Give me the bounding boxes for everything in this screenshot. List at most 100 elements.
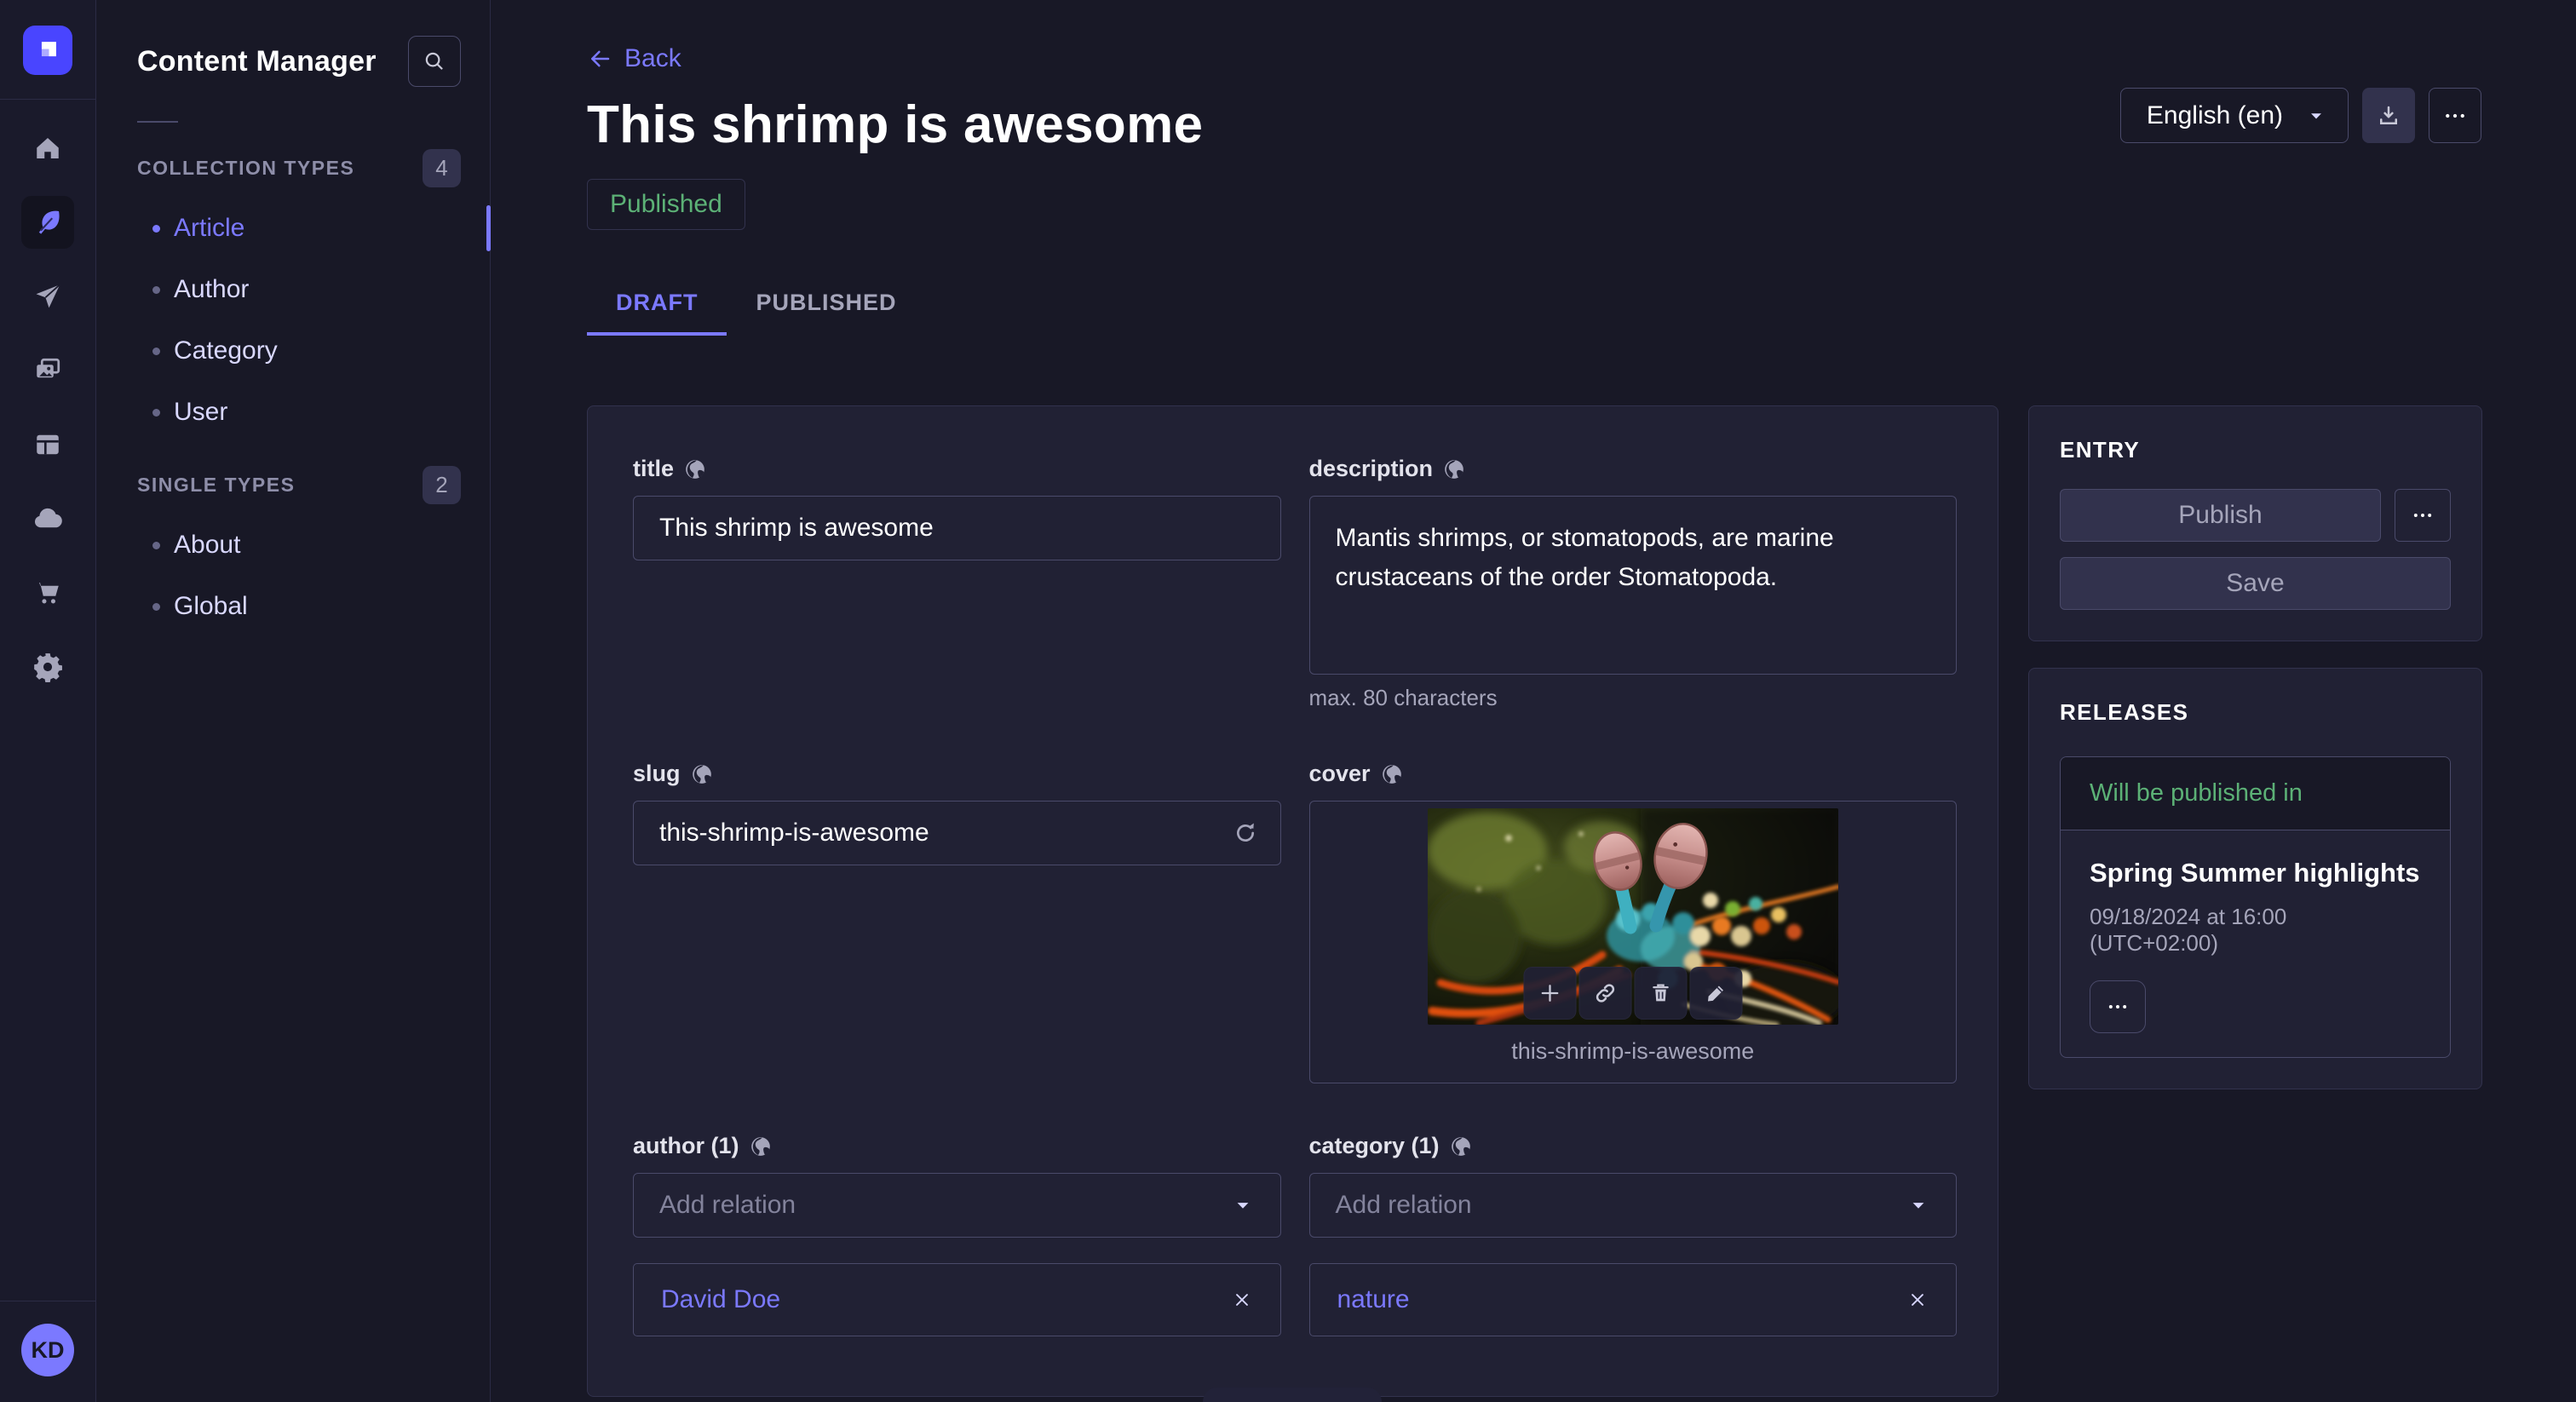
author-relation-item: David Doe xyxy=(633,1263,1281,1336)
nav-content-manager[interactable] xyxy=(21,196,74,249)
single-types-count: 2 xyxy=(423,466,461,504)
release-more-button[interactable] xyxy=(2090,980,2146,1033)
publish-button[interactable]: Publish xyxy=(2060,489,2381,542)
sidebar-item-about[interactable]: About xyxy=(96,514,490,576)
strapi-logo[interactable] xyxy=(23,26,72,75)
close-icon[interactable] xyxy=(1231,1289,1253,1311)
chevron-down-icon xyxy=(1231,1193,1255,1217)
category-relation-item: nature xyxy=(1309,1263,1958,1336)
locale-select[interactable]: English (en) xyxy=(2120,88,2349,143)
collection-types-count: 4 xyxy=(423,149,461,187)
globe-icon xyxy=(684,458,706,480)
release-card: Will be published in Spring Summer highl… xyxy=(2060,756,2451,1058)
nav-settings[interactable] xyxy=(21,641,74,693)
entry-panel: ENTRY Publish Save xyxy=(2028,405,2482,641)
single-types-label: SINGLE TYPES xyxy=(137,474,295,497)
more-dots-icon xyxy=(2106,995,2130,1019)
bullet-icon xyxy=(152,286,160,294)
sidebar-item-user[interactable]: User xyxy=(96,382,490,443)
more-dots-icon xyxy=(2442,103,2468,129)
cover-media xyxy=(1428,808,1838,1025)
slug-input[interactable] xyxy=(633,801,1281,865)
layout-icon xyxy=(32,429,63,460)
refresh-icon[interactable] xyxy=(1232,819,1259,847)
release-name: Spring Summer highlights xyxy=(2090,858,2421,888)
cover-copy-link-button[interactable] xyxy=(1578,967,1631,1020)
plus-icon xyxy=(1537,980,1562,1006)
release-status: Will be published in xyxy=(2061,757,2450,830)
collection-types-section: COLLECTION TYPES 4 Article Author Catego… xyxy=(96,148,490,443)
cover-delete-button[interactable] xyxy=(1634,967,1687,1020)
cover-asset-box: this-shrimp-is-awesome xyxy=(1309,801,1958,1083)
nav-home[interactable] xyxy=(21,122,74,175)
save-button[interactable]: Save xyxy=(2060,557,2451,610)
download-icon xyxy=(2376,103,2401,129)
main-content: Back English (en) This shrimp is awesome… xyxy=(491,0,2576,1402)
content-manager-sidebar: Content Manager COLLECTION TYPES 4 Artic… xyxy=(96,0,491,1402)
cover-edit-button[interactable] xyxy=(1689,967,1742,1020)
feather-icon xyxy=(32,207,63,238)
sidebar-item-author[interactable]: Author xyxy=(96,259,490,320)
title-input[interactable] xyxy=(633,496,1281,560)
nav-content-type-builder[interactable] xyxy=(21,418,74,471)
close-icon[interactable] xyxy=(1906,1289,1929,1311)
sidebar-item-category[interactable]: Category xyxy=(96,320,490,382)
entry-form-card: title description xyxy=(587,405,1998,1397)
nav-deploy[interactable] xyxy=(21,492,74,545)
tab-published[interactable]: PUBLISHED xyxy=(727,273,925,336)
field-slug: slug xyxy=(633,761,1281,865)
version-tabs: DRAFT PUBLISHED xyxy=(587,273,2482,336)
bullet-icon xyxy=(152,225,160,233)
release-date: 09/18/2024 at 16:00 (UTC+02:00) xyxy=(2090,904,2421,957)
header-more-button[interactable] xyxy=(2429,88,2481,143)
download-button[interactable] xyxy=(2362,88,2415,143)
single-types-section: SINGLE TYPES 2 About Global xyxy=(96,465,490,637)
description-textarea[interactable]: Mantis shrimps, or stomatopods, are mari… xyxy=(1309,496,1958,675)
back-link[interactable]: Back xyxy=(587,44,681,73)
bullet-icon xyxy=(152,603,160,611)
strapi-logo-icon xyxy=(33,36,62,65)
sidebar-item-global[interactable]: Global xyxy=(96,576,490,637)
relation-link[interactable]: David Doe xyxy=(661,1285,780,1314)
nav-media-library[interactable] xyxy=(21,344,74,397)
cover-add-button[interactable] xyxy=(1523,967,1576,1020)
avatar[interactable]: KD xyxy=(21,1324,74,1376)
sidebar-item-label: About xyxy=(174,531,240,560)
field-cover: cover xyxy=(1309,761,1958,1083)
globe-icon xyxy=(1443,458,1465,480)
sidebar-item-article[interactable]: Article xyxy=(96,198,490,259)
entry-more-button[interactable] xyxy=(2395,489,2451,542)
globe-icon xyxy=(750,1135,772,1158)
more-dots-icon xyxy=(2411,503,2435,527)
author-field-label: author (1) xyxy=(633,1133,739,1159)
field-category: category (1) Add relation xyxy=(1309,1133,1958,1336)
author-relation-combobox[interactable]: Add relation xyxy=(633,1173,1281,1238)
paper-plane-icon xyxy=(32,281,63,312)
search-button[interactable] xyxy=(408,36,461,87)
tab-draft[interactable]: DRAFT xyxy=(587,273,727,336)
description-hint: max. 80 characters xyxy=(1309,685,1958,711)
category-placeholder: Add relation xyxy=(1336,1191,1472,1220)
category-field-label: category (1) xyxy=(1309,1133,1440,1159)
sidebar-item-label: Category xyxy=(174,336,278,365)
category-relation-combobox[interactable]: Add relation xyxy=(1309,1173,1958,1238)
relation-link[interactable]: nature xyxy=(1337,1285,1410,1314)
globe-icon xyxy=(1450,1135,1472,1158)
cloud-icon xyxy=(32,503,64,535)
pencil-icon xyxy=(1703,980,1728,1006)
releases-panel: RELEASES Will be published in Spring Sum… xyxy=(2028,668,2482,1089)
home-icon xyxy=(32,133,63,164)
field-description: description Mantis shrimps, or stomatopo… xyxy=(1309,456,1958,711)
nav-releases[interactable] xyxy=(21,270,74,323)
bullet-icon xyxy=(152,409,160,417)
back-arrow-icon xyxy=(587,46,612,72)
bullet-icon xyxy=(152,542,160,549)
title-field-label: title xyxy=(633,456,674,482)
field-author: author (1) Add relation xyxy=(633,1133,1281,1336)
cover-actions xyxy=(1523,967,1742,1020)
sidebar-item-label: Article xyxy=(174,214,244,243)
cover-caption: this-shrimp-is-awesome xyxy=(1511,1038,1754,1065)
nav-marketplace[interactable] xyxy=(21,566,74,619)
scroll-peek-button[interactable] xyxy=(1203,1388,1382,1402)
side-panels: ENTRY Publish Save RELEASES Will be publ… xyxy=(2028,405,2482,1089)
